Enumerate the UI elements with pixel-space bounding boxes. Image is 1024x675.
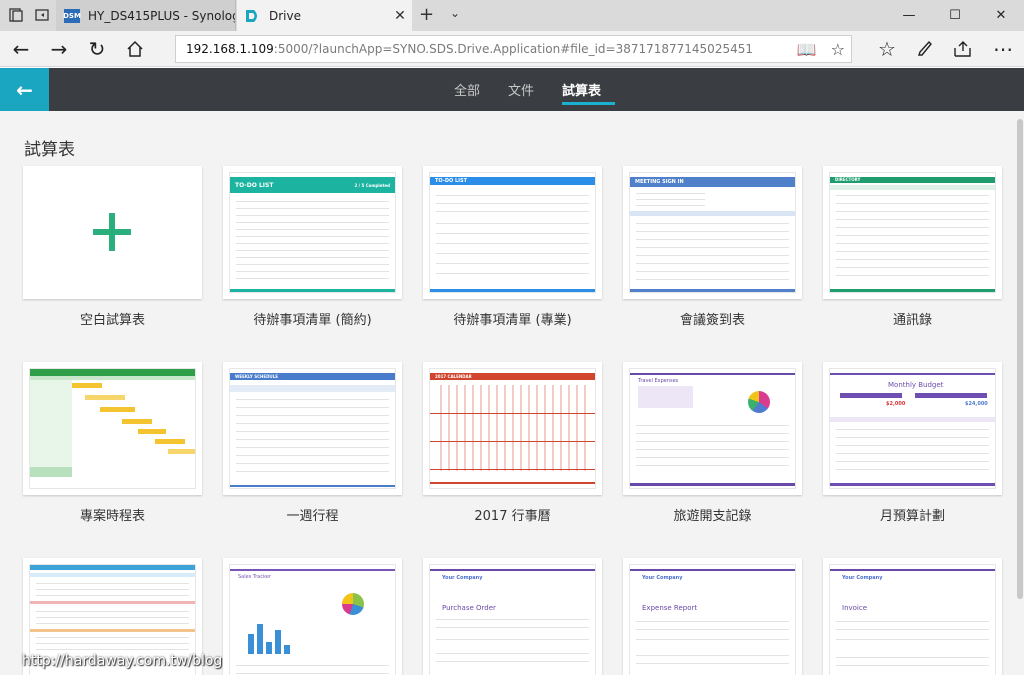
template-card-calendar[interactable]: 2017 CALENDAR (423, 362, 602, 495)
template-card-expense-report[interactable]: Your Company Expense Report (623, 558, 802, 675)
home-icon[interactable] (126, 40, 144, 58)
template-card-travel[interactable]: Travel Expenses (623, 362, 802, 495)
section-title: 試算表 (24, 140, 75, 160)
template-card-weekly[interactable]: WEEKLY SCHEDULE (223, 362, 402, 495)
set-tabs-aside-icon[interactable] (34, 7, 50, 23)
close-tab-icon[interactable]: ✕ (388, 8, 412, 24)
scrollbar[interactable] (1017, 119, 1023, 599)
template-label: 待辦事項清單 (簡約) (253, 313, 372, 328)
share-icon[interactable] (953, 40, 973, 58)
thumb-company: Your Company (442, 575, 483, 581)
template-card-purchase-order[interactable]: Your Company Purchase Order (423, 558, 602, 675)
tab-all[interactable]: 全部 (440, 68, 494, 111)
template-thumbnail: TO-DO LIST (429, 172, 596, 293)
thumb-heading: Monthly Budget (888, 381, 944, 389)
template-card-directory[interactable]: DIRECTORY (823, 166, 1002, 299)
close-window-icon[interactable]: ✕ (978, 0, 1024, 31)
template-thumbnail: Your Company Purchase Order (429, 564, 596, 675)
template-card-blank[interactable] (23, 166, 202, 299)
template-thumbnail: Monthly Budget $2,000 $24,000 (829, 368, 996, 489)
template-card-gantt[interactable] (23, 362, 202, 495)
thumb-company: Your Company (642, 575, 683, 581)
tab-spreadsheets[interactable]: 試算表 (548, 68, 616, 111)
template-thumbnail: DIRECTORY (829, 172, 996, 293)
thumb-heading: WEEKLY SCHEDULE (235, 374, 278, 379)
tab-synology[interactable]: DSM HY_DS415PLUS - Synology I (56, 0, 236, 31)
tab-title: Drive (269, 8, 301, 23)
url-host: 192.168.1.109 (186, 42, 274, 56)
address-bar-row: ← → ↻ 192.168.1.109:5000/?launchApp=SYNO… (0, 31, 1024, 67)
template-card-sales[interactable]: Sales Tracker (223, 558, 402, 675)
maximize-icon[interactable]: ☐ (932, 0, 978, 31)
url-path: :5000/?launchApp=SYNO.SDS.Drive.Applicat… (273, 42, 753, 56)
template-thumbnail: Sales Tracker (229, 564, 396, 675)
drive-app-header: ← 全部 文件 試算表 (0, 68, 1024, 111)
reading-view-icon[interactable]: 📖 (797, 40, 817, 59)
thumb-heading: TO-DO LIST (235, 182, 274, 189)
template-gallery: 試算表 空白試算表 TO-DO LIST 2 / 5 Completed 待辦事… (0, 111, 1024, 675)
url-field[interactable]: 192.168.1.109:5000/?launchApp=SYNO.SDS.D… (175, 35, 852, 63)
tab-title: HY_DS415PLUS - Synology I (88, 8, 235, 23)
tab-preview-icon[interactable] (8, 7, 24, 23)
refresh-icon[interactable]: ↻ (84, 36, 110, 62)
thumb-amount-right: $24,000 (965, 401, 988, 407)
thumb-company: Your Company (842, 575, 883, 581)
template-label: 會議簽到表 (679, 313, 745, 328)
browser-tab-strip: DSM HY_DS415PLUS - Synology I Drive ✕ + … (0, 0, 1024, 31)
template-card-todo-simple[interactable]: TO-DO LIST 2 / 5 Completed (223, 166, 402, 299)
thumb-heading: Travel Expenses (638, 378, 679, 384)
favorites-list-icon[interactable]: ☆ (874, 36, 900, 62)
thumb-heading: TO-DO LIST (435, 178, 468, 184)
template-label: 待辦事項清單 (專業) (453, 313, 572, 328)
template-thumbnail: Your Company Expense Report (629, 564, 796, 675)
thumb-heading: MEETING SIGN IN (635, 179, 684, 185)
template-card-meeting[interactable]: MEETING SIGN IN (623, 166, 802, 299)
template-label: 旅遊開支記錄 (673, 509, 752, 524)
template-thumbnail: MEETING SIGN IN (629, 172, 796, 293)
thumb-heading: Sales Tracker (238, 574, 271, 580)
thumb-heading: 2017 CALENDAR (435, 374, 472, 379)
new-tab-icon[interactable]: + (419, 4, 434, 25)
thumb-amount-left: $2,000 (886, 401, 906, 407)
web-note-icon[interactable] (916, 40, 934, 58)
template-thumbnail: WEEKLY SCHEDULE (229, 368, 396, 489)
chevron-down-icon[interactable]: ⌄ (450, 6, 460, 20)
template-card-todo-pro[interactable]: TO-DO LIST (423, 166, 602, 299)
plus-icon (93, 213, 131, 251)
drive-favicon-icon (246, 9, 257, 22)
back-arrow-icon[interactable]: ← (0, 68, 49, 111)
template-thumbnail (29, 368, 196, 489)
thumb-heading: DIRECTORY (835, 177, 861, 182)
template-label: 月預算計劃 (879, 509, 945, 524)
favorite-star-icon[interactable]: ☆ (831, 40, 845, 59)
template-thumbnail: TO-DO LIST 2 / 5 Completed (229, 172, 396, 293)
thumb-subheading: 2 / 5 Completed (354, 183, 391, 188)
template-card-budget[interactable]: Monthly Budget $2,000 $24,000 (823, 362, 1002, 495)
minimize-icon[interactable]: — (886, 0, 932, 31)
template-label: 通訊錄 (892, 313, 932, 328)
tab-drive[interactable]: Drive ✕ (237, 0, 412, 31)
template-thumbnail: 2017 CALENDAR (429, 368, 596, 489)
more-menu-icon[interactable]: ⋯ (990, 36, 1016, 62)
blog-watermark: http://hardaway.com.tw/blog (22, 653, 223, 669)
template-thumbnail: Travel Expenses (629, 368, 796, 489)
template-label: 2017 行事曆 (474, 509, 551, 524)
template-card-invoice[interactable]: Your Company Invoice (823, 558, 1002, 675)
thumb-heading: Expense Report (642, 604, 698, 612)
template-thumbnail: Your Company Invoice (829, 564, 996, 675)
category-tabs: 全部 文件 試算表 (440, 68, 616, 111)
thumb-heading: Invoice (842, 604, 868, 612)
tab-documents[interactable]: 文件 (494, 68, 548, 111)
thumb-heading: Purchase Order (442, 604, 496, 612)
template-label: 一週行程 (286, 509, 339, 524)
template-label: 空白試算表 (79, 313, 145, 328)
forward-icon[interactable]: → (46, 36, 72, 62)
template-label: 專案時程表 (79, 509, 145, 524)
dsm-favicon-icon: DSM (63, 8, 81, 23)
back-icon[interactable]: ← (8, 36, 34, 62)
